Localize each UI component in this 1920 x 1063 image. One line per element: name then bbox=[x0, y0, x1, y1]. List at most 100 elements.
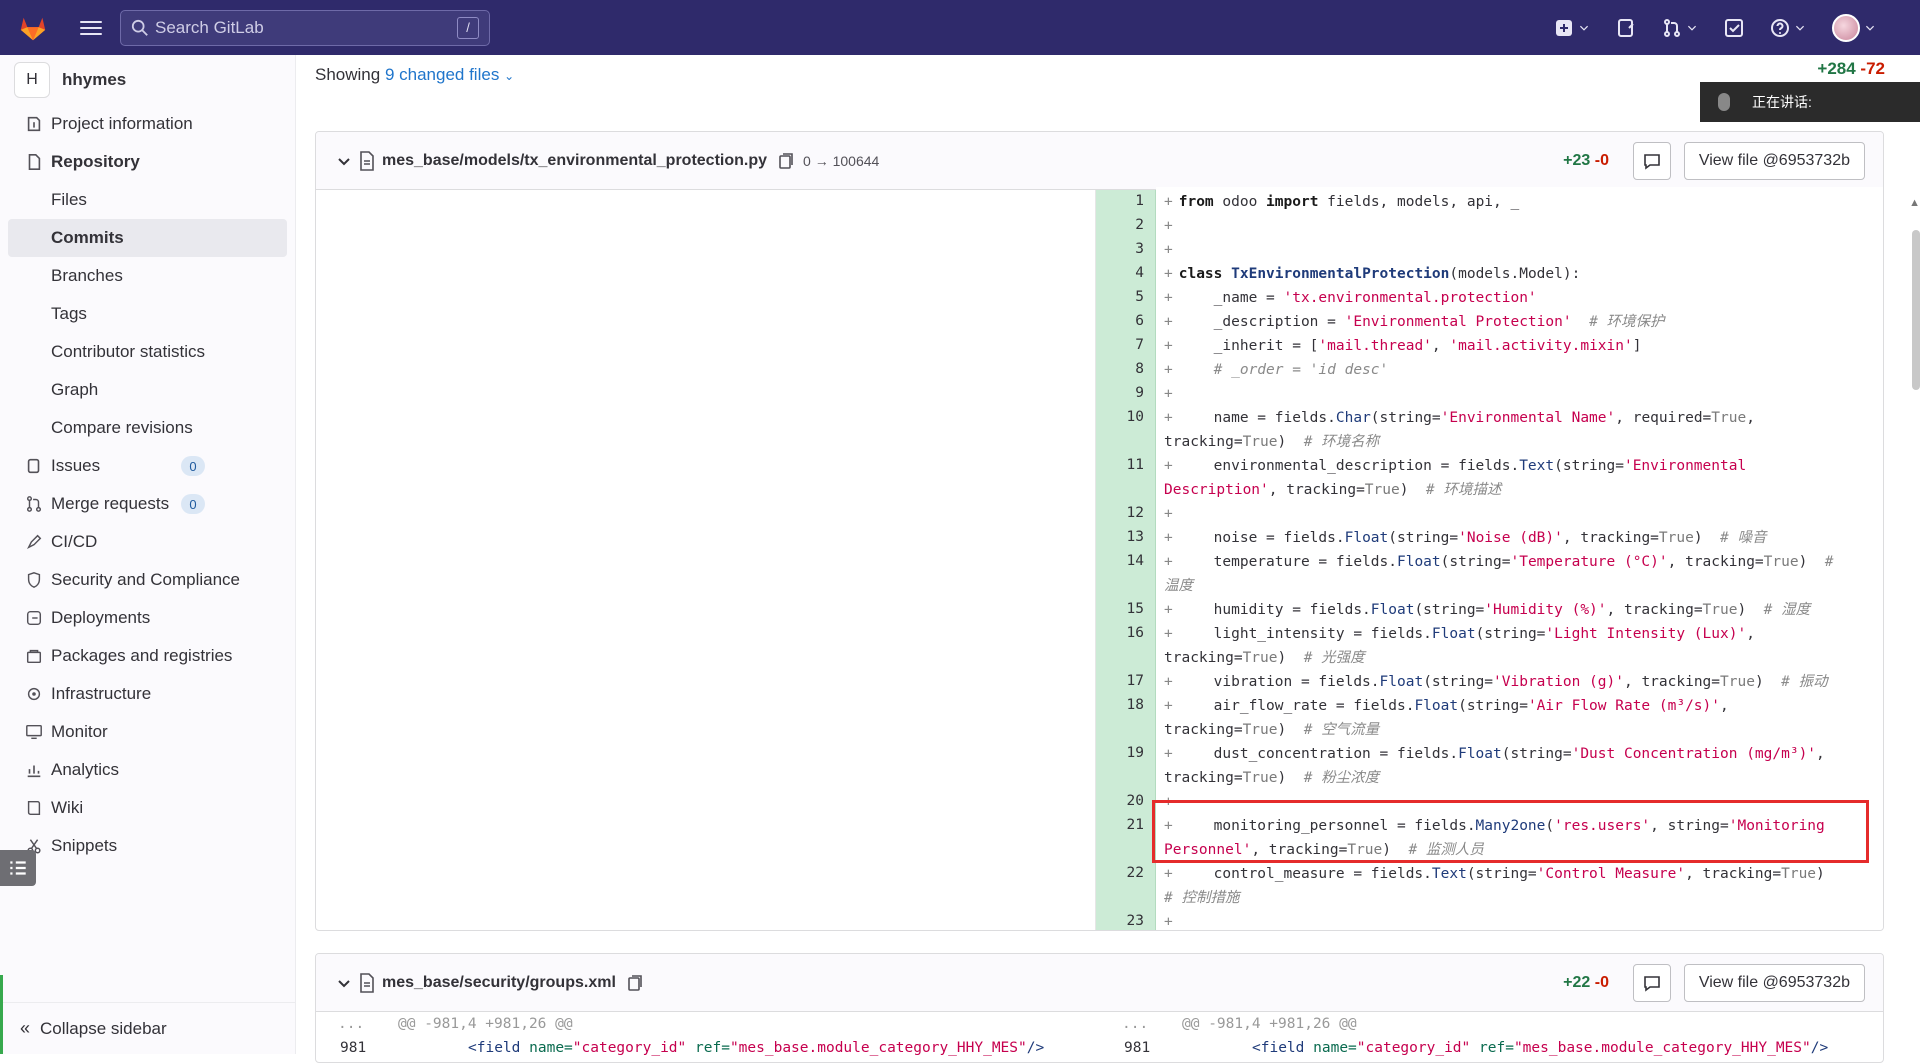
code-line: + temperature = fields.Float(string='Tem… bbox=[1156, 547, 1883, 598]
sidebar-item-label: Deployments bbox=[51, 608, 151, 627]
file-path[interactable]: mes_base/security/groups.xml bbox=[382, 974, 616, 992]
line-number[interactable]: 1 bbox=[1096, 190, 1156, 214]
line-number[interactable]: 8 bbox=[1096, 358, 1156, 382]
search-shortcut-badge: / bbox=[457, 16, 479, 39]
line-number[interactable]: 17 bbox=[1096, 670, 1156, 694]
sidebar-item-files[interactable]: Files bbox=[0, 181, 295, 219]
sidebar-item-label: Snippets bbox=[51, 836, 118, 855]
line-number[interactable]: 4 bbox=[1096, 262, 1156, 286]
merge-requests-icon[interactable] bbox=[1662, 18, 1698, 38]
sidebar-item-commits[interactable]: Commits bbox=[8, 219, 287, 257]
changed-files-dropdown[interactable]: 9 changed files bbox=[385, 65, 499, 84]
diff-line: 18 + air_flow_rate = fields.Float(string=… bbox=[1096, 691, 1883, 742]
book-icon bbox=[24, 798, 44, 818]
hunk-header-new: @@ -981,4 +981,26 @@ bbox=[1182, 1016, 1357, 1032]
sidebar-item-monitor[interactable]: Monitor bbox=[0, 713, 295, 751]
line-number[interactable]: 10 bbox=[1096, 406, 1156, 454]
line-number[interactable]: 18 bbox=[1096, 694, 1156, 742]
old-side-empty bbox=[316, 190, 1096, 930]
sidebar-item-analytics[interactable]: Analytics bbox=[0, 751, 295, 789]
doc-icon bbox=[24, 152, 44, 172]
list-toggle-icon[interactable] bbox=[0, 850, 36, 886]
code-line: + # _order = 'id desc' bbox=[1156, 355, 1883, 382]
sidebar-item-infrastructure[interactable]: Infrastructure bbox=[0, 675, 295, 713]
line-number[interactable]: 23 bbox=[1096, 910, 1156, 930]
sidebar-item-label: Wiki bbox=[51, 798, 84, 817]
view-file-button[interactable]: View file @6953732b bbox=[1683, 141, 1865, 180]
avatar bbox=[1832, 13, 1860, 42]
comment-button[interactable] bbox=[1633, 963, 1671, 1002]
line-number[interactable]: 5 bbox=[1096, 286, 1156, 310]
sidebar-item-ci-cd[interactable]: CI/CD bbox=[0, 523, 295, 561]
sidebar-item-graph[interactable]: Graph bbox=[0, 371, 295, 409]
code-line: + bbox=[1156, 379, 1883, 406]
file-path[interactable]: mes_base/models/tx_environmental_protect… bbox=[382, 152, 767, 170]
sidebar-item-packages[interactable]: Packages and registries bbox=[0, 637, 295, 675]
line-number[interactable]: 2 bbox=[1096, 214, 1156, 238]
line-number[interactable]: 14 bbox=[1096, 550, 1156, 598]
line-number[interactable]: 13 bbox=[1096, 526, 1156, 550]
line-number[interactable]: 22 bbox=[1096, 862, 1156, 910]
search-input[interactable]: Search GitLab / bbox=[120, 9, 490, 46]
comment-button[interactable] bbox=[1633, 141, 1671, 180]
line-number[interactable]: 6 bbox=[1096, 310, 1156, 334]
copy-icon[interactable] bbox=[626, 974, 644, 992]
line-number[interactable]: 19 bbox=[1096, 742, 1156, 790]
line-number[interactable]: 16 bbox=[1096, 622, 1156, 670]
chevron-down-icon[interactable] bbox=[336, 975, 352, 991]
line-number[interactable]: 20 bbox=[1096, 790, 1156, 814]
sidebar-item-merge-requests[interactable]: Merge requests 0 bbox=[0, 485, 295, 523]
hunk-expand-new[interactable]: ... bbox=[1122, 1016, 1148, 1032]
microphone-icon bbox=[1718, 93, 1730, 111]
project-header[interactable]: H hhymes bbox=[0, 55, 295, 105]
shield-icon bbox=[24, 570, 44, 590]
file-diff-stats: +23 -0 bbox=[1563, 152, 1609, 170]
issues-icon[interactable] bbox=[1616, 18, 1636, 38]
file-deletions: -0 bbox=[1594, 973, 1609, 991]
help-icon[interactable] bbox=[1770, 18, 1806, 38]
scrollbar[interactable] bbox=[1912, 230, 1920, 390]
new-side-lines: 1 + from odoo import fields, models, api, … bbox=[1096, 187, 1883, 930]
sidebar-item-project-information[interactable]: Project information bbox=[0, 105, 295, 143]
line-number[interactable]: 12 bbox=[1096, 502, 1156, 526]
code-line: + environmental_description = fields.Tex… bbox=[1156, 451, 1883, 502]
sidebar-item-issues[interactable]: Issues 0 bbox=[0, 447, 295, 485]
sidebar-item-deployments[interactable]: Deployments bbox=[0, 599, 295, 637]
diff-line: 22 + control_measure = fields.Text(string… bbox=[1096, 859, 1883, 910]
sidebar-item-tags[interactable]: Tags bbox=[0, 295, 295, 333]
collapse-sidebar-button[interactable]: « Collapse sidebar bbox=[0, 1002, 296, 1054]
gitlab-logo-icon[interactable] bbox=[16, 11, 50, 45]
line-number[interactable]: 15 bbox=[1096, 598, 1156, 622]
chevron-down-icon[interactable] bbox=[336, 153, 352, 169]
copy-icon[interactable] bbox=[777, 152, 795, 170]
code-line: + monitoring_personnel = fields.Many2one… bbox=[1156, 811, 1883, 862]
scroll-up-arrow-icon[interactable]: ▲ bbox=[1909, 197, 1920, 209]
deploy-icon bbox=[24, 608, 44, 628]
sidebar-item-label: Repository bbox=[51, 152, 140, 171]
line-number[interactable]: 3 bbox=[1096, 238, 1156, 262]
project-avatar: H bbox=[14, 62, 50, 98]
diff-line: 19 + dust_concentration = fields.Float(st… bbox=[1096, 739, 1883, 790]
sidebar-item-snippets[interactable]: Snippets bbox=[0, 827, 295, 865]
code-line: + control_measure = fields.Text(string='… bbox=[1156, 859, 1883, 910]
chevron-down-icon[interactable]: ⌄ bbox=[504, 69, 514, 83]
diff-content: ... @@ -981,4 +981,26 @@ ... @@ -981,4 +… bbox=[316, 1012, 1883, 1062]
sidebar-item-repository[interactable]: Repository bbox=[0, 143, 295, 181]
sidebar-item-contributor-statistics[interactable]: Contributor statistics bbox=[0, 333, 295, 371]
create-new-icon[interactable] bbox=[1554, 18, 1590, 38]
view-file-button[interactable]: View file @6953732b bbox=[1683, 963, 1865, 1002]
sidebar-item-compare-revisions[interactable]: Compare revisions bbox=[0, 409, 295, 447]
todo-icon[interactable] bbox=[1724, 18, 1744, 38]
sidebar-item-branches[interactable]: Branches bbox=[0, 257, 295, 295]
hunk-header-old: @@ -981,4 +981,26 @@ bbox=[398, 1016, 573, 1032]
line-number[interactable]: 21 bbox=[1096, 814, 1156, 862]
hunk-expand[interactable]: ... bbox=[338, 1016, 364, 1032]
line-number[interactable]: 9 bbox=[1096, 382, 1156, 406]
file-icon bbox=[360, 150, 374, 171]
line-number[interactable]: 11 bbox=[1096, 454, 1156, 502]
menu-icon[interactable] bbox=[80, 17, 102, 39]
line-number[interactable]: 7 bbox=[1096, 334, 1156, 358]
sidebar-item-wiki[interactable]: Wiki bbox=[0, 789, 295, 827]
sidebar-item-security[interactable]: Security and Compliance bbox=[0, 561, 295, 599]
user-menu[interactable] bbox=[1832, 13, 1876, 42]
